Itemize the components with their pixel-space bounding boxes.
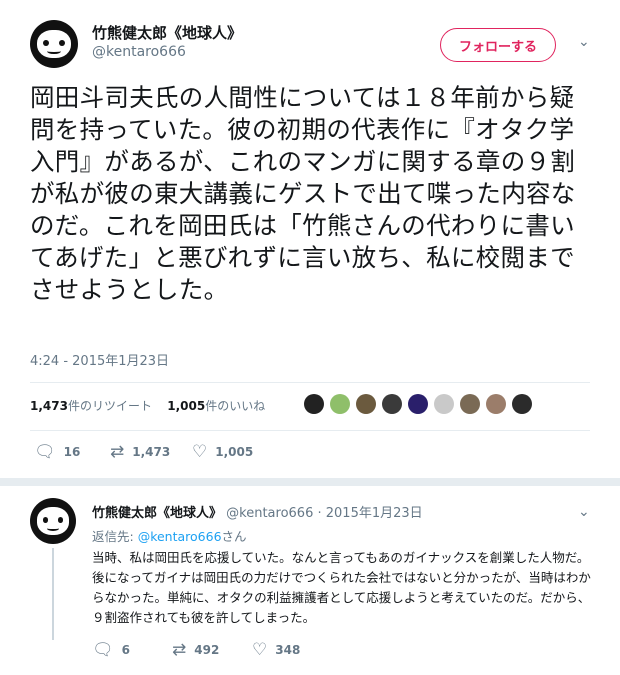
chevron-down-icon[interactable]: ⌄: [578, 34, 590, 50]
reply-text: 当時、私は岡田氏を応援していた。なんと言ってもあのガイナックスを創業した人物だ。…: [92, 550, 591, 625]
liker-avatars: [304, 394, 532, 414]
like-label: 件のいいね: [205, 399, 266, 413]
reply-icon: 🗨: [92, 640, 114, 660]
heart-icon: ♡: [192, 442, 208, 462]
reply-count: 6: [121, 643, 130, 657]
avatar-eye: [42, 516, 49, 523]
reply-author-handle[interactable]: @kentaro666: [226, 506, 313, 521]
retweet-label: 件のリツイート: [67, 399, 152, 413]
reply-author-name[interactable]: 竹熊健太郎《地球人》: [92, 506, 222, 521]
retweet-count: 1,473: [132, 445, 171, 459]
reply-to-line: 返信先: @kentaro666さん: [92, 526, 247, 545]
retweet-icon: ⇄: [110, 442, 125, 462]
author-name[interactable]: 竹熊健太郎《地球人》: [92, 22, 242, 43]
like-count: 1,005: [167, 399, 206, 413]
liker-avatar[interactable]: [486, 394, 506, 414]
liker-avatar[interactable]: [330, 394, 350, 414]
liker-avatar[interactable]: [512, 394, 532, 414]
like-count: 1,005: [215, 445, 254, 459]
avatar-mouth: [47, 49, 61, 55]
tweet-timestamp[interactable]: 4:24 - 2015年1月23日: [30, 350, 169, 369]
like-stat[interactable]: 1,005件のいいね: [167, 399, 265, 413]
reply-icon: 🗨: [34, 442, 56, 462]
avatar-eye: [43, 39, 50, 46]
divider: [30, 430, 590, 431]
like-action[interactable]: ♡ 1,005: [192, 442, 253, 462]
follow-button[interactable]: フォローする: [440, 28, 556, 62]
liker-avatar[interactable]: [460, 394, 480, 414]
retweet-action[interactable]: ⇄ 492: [172, 640, 219, 660]
author-avatar[interactable]: [30, 20, 78, 68]
retweet-count: 492: [194, 643, 220, 657]
like-action[interactable]: ♡ 348: [252, 640, 300, 660]
engagement-stats: 1,473件のリツイート 1,005件のいいね: [30, 397, 265, 414]
retweet-count: 1,473: [30, 399, 68, 413]
reply-count: 16: [63, 445, 81, 459]
like-count: 348: [275, 643, 301, 657]
reply-to-prefix: 返信先:: [92, 529, 138, 544]
reply-to-handle[interactable]: @kentaro666: [138, 529, 222, 544]
liker-avatar[interactable]: [356, 394, 376, 414]
retweet-action[interactable]: ⇄ 1,473: [110, 442, 170, 462]
liker-avatar[interactable]: [408, 394, 428, 414]
section-divider: [0, 478, 620, 486]
divider: [30, 382, 590, 383]
thread-line: [52, 548, 54, 640]
tweet-text: 岡田斗司夫氏の人間性については１８年前から疑問を持っていた。彼の初期の代表作に『…: [30, 83, 576, 304]
liker-avatar[interactable]: [382, 394, 402, 414]
avatar-face: [36, 507, 70, 535]
heart-icon: ♡: [252, 640, 268, 660]
reply-to-suffix: さん: [221, 529, 247, 544]
avatar-face: [37, 29, 71, 59]
reply-header: 竹熊健太郎《地球人》 @kentaro666 · 2015年1月23日: [92, 502, 423, 521]
reply-action[interactable]: 🗨 16: [34, 442, 80, 462]
reply-action[interactable]: 🗨 6: [92, 640, 130, 660]
liker-avatar[interactable]: [434, 394, 454, 414]
retweet-icon: ⇄: [172, 640, 187, 660]
chevron-down-icon[interactable]: ⌄: [578, 504, 590, 520]
avatar-eye: [58, 39, 65, 46]
reply-author-avatar[interactable]: [30, 498, 76, 544]
avatar-eye: [57, 516, 64, 523]
author-handle[interactable]: @kentaro666: [92, 44, 186, 60]
avatar-mouth: [46, 525, 60, 531]
retweet-stat[interactable]: 1,473件のリツイート: [30, 399, 152, 413]
reply-date[interactable]: · 2015年1月23日: [318, 506, 423, 521]
liker-avatar[interactable]: [304, 394, 324, 414]
